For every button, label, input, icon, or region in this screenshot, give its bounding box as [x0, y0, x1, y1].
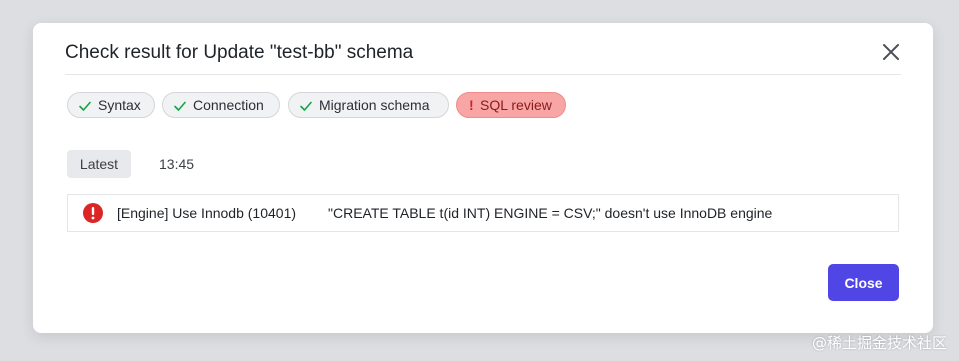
watermark: @稀土掘金技术社区	[811, 334, 947, 352]
check-chip-sql-review[interactable]: ! SQL review	[456, 92, 566, 118]
latest-tag[interactable]: Latest	[67, 150, 131, 178]
rule-name: [Engine] Use Innodb (10401)	[117, 205, 297, 221]
error-circle-icon	[83, 203, 103, 223]
result-message: "CREATE TABLE t(id INT) ENGINE = CSV;" d…	[328, 205, 773, 221]
check-icon	[79, 101, 91, 111]
exclamation-icon: !	[469, 97, 474, 113]
check-result-dialog: Check result for Update "test-bb" schema…	[33, 23, 933, 333]
check-chip-label: Syntax	[98, 97, 141, 113]
check-chip-label: Connection	[193, 97, 264, 113]
dialog-header: Check result for Update "test-bb" schema	[65, 23, 901, 75]
close-button[interactable]: Close	[828, 264, 899, 301]
dialog-title: Check result for Update "test-bb" schema	[65, 42, 414, 63]
result-row: [Engine] Use Innodb (10401) "CREATE TABL…	[67, 194, 899, 232]
check-icon	[174, 101, 186, 111]
check-time: 13:45	[159, 156, 195, 172]
check-chip-label: Migration schema	[319, 97, 430, 113]
close-icon[interactable]	[881, 42, 901, 62]
check-chip-migration-schema[interactable]: Migration schema	[288, 92, 449, 118]
check-chip-label: SQL review	[480, 97, 552, 113]
check-icon	[300, 101, 312, 111]
check-chip-syntax[interactable]: Syntax	[67, 92, 155, 118]
check-chip-connection[interactable]: Connection	[162, 92, 280, 118]
